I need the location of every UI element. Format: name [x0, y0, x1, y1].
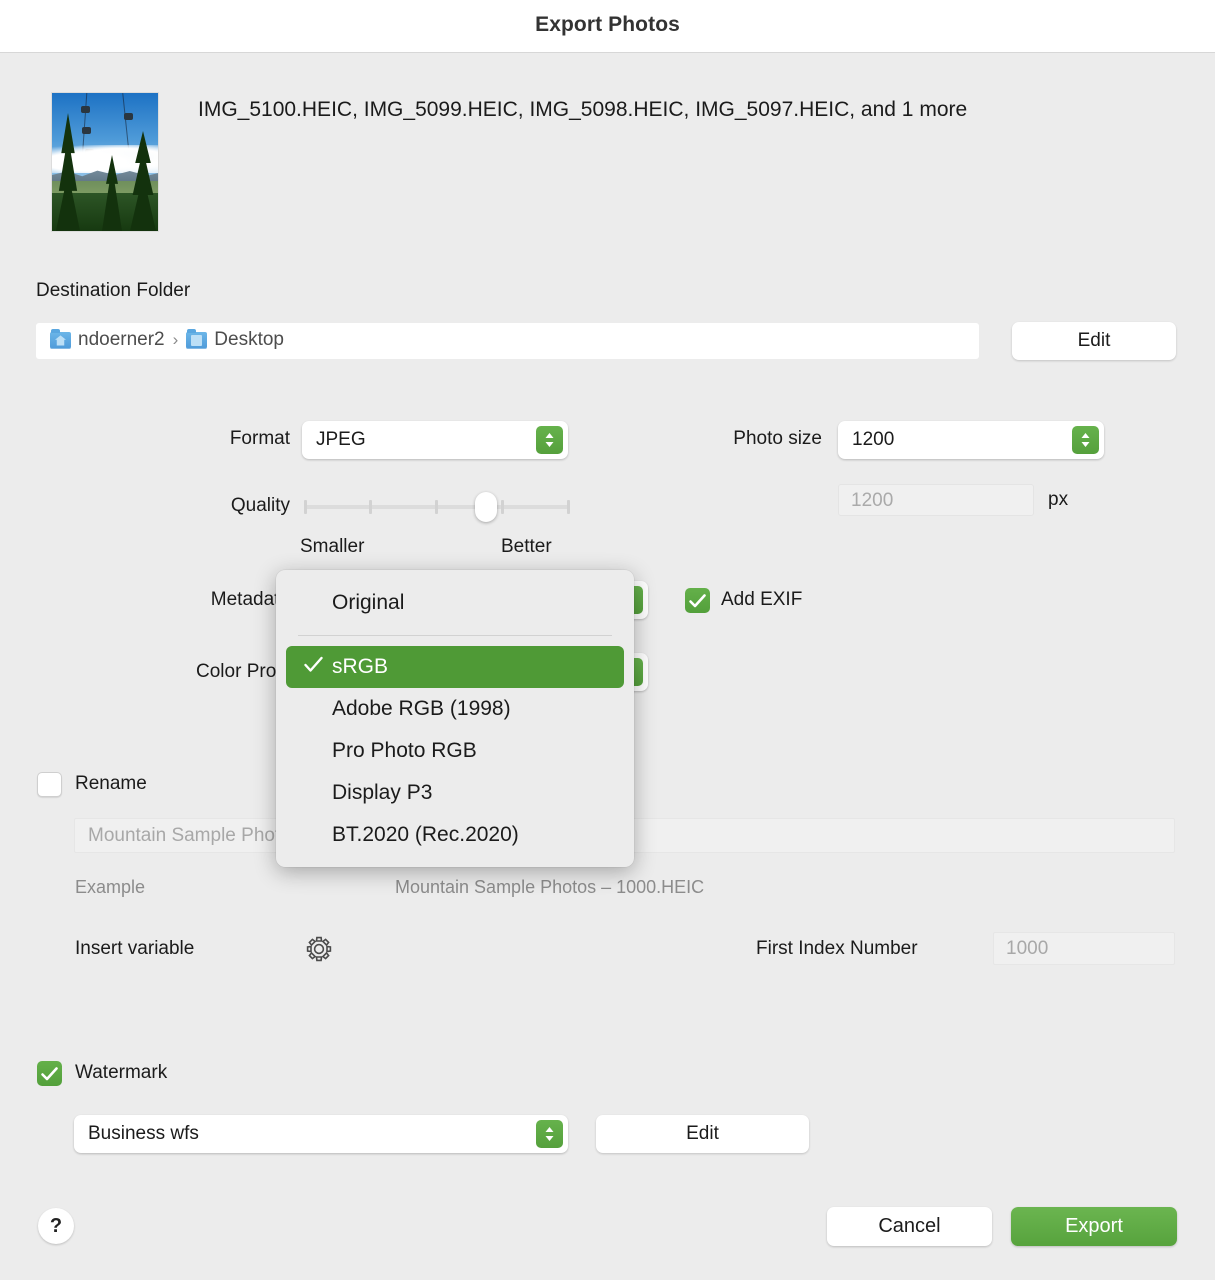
slider-tick: [567, 500, 570, 514]
menu-item-pro-photo-rgb[interactable]: Pro Photo RGB: [286, 730, 624, 772]
home-folder-icon: [50, 332, 71, 349]
chevron-right-icon: ›: [173, 330, 179, 350]
menu-item-label: Original: [286, 591, 404, 615]
first-index-placeholder: 1000: [1006, 938, 1048, 960]
watermark-label: Watermark: [75, 1062, 167, 1084]
watermark-preset-value: Business wfs: [88, 1123, 199, 1145]
export-button[interactable]: Export: [1011, 1207, 1177, 1246]
slider-tick: [435, 500, 438, 514]
breadcrumb-item-label: Desktop: [214, 329, 284, 351]
menu-item-label: Display P3: [286, 781, 432, 805]
gondola-car: [124, 113, 133, 120]
menu-item-label: BT.2020 (Rec.2020): [286, 823, 519, 847]
metadata-label: Metadata: [100, 589, 290, 611]
quality-slider[interactable]: [304, 497, 570, 517]
px-unit-label: px: [1048, 489, 1068, 511]
photo-size-label: Photo size: [600, 428, 822, 450]
menu-item-bt-2020-rec-2020[interactable]: BT.2020 (Rec.2020): [286, 814, 624, 856]
export-photos-dialog: Export Photos IMG_5100.HEIC, IMG_5099.HE…: [0, 0, 1215, 1280]
chevron-updown-icon[interactable]: [1072, 426, 1099, 454]
destination-folder-label: Destination Folder: [36, 280, 190, 302]
destination-folder-field[interactable]: ndoerner2 › Desktop: [36, 323, 979, 359]
selected-filenames: IMG_5100.HEIC, IMG_5099.HEIC, IMG_5098.H…: [198, 98, 967, 122]
format-label: Format: [100, 428, 290, 450]
photo-size-value: 1200: [852, 429, 894, 451]
menu-item-srgb[interactable]: sRGB: [286, 646, 624, 688]
destination-edit-button[interactable]: Edit: [1012, 322, 1176, 360]
format-select[interactable]: JPEG: [302, 421, 568, 459]
watermark-preset-select[interactable]: Business wfs: [74, 1115, 568, 1153]
menu-item-label: sRGB: [286, 655, 388, 679]
menu-item-original[interactable]: Original: [286, 582, 624, 624]
add-exif-checkbox[interactable]: [685, 588, 710, 613]
gondola-car: [82, 127, 91, 134]
insert-variable-label: Insert variable: [75, 938, 194, 960]
quality-label: Quality: [100, 495, 290, 517]
watermark-checkbox[interactable]: [37, 1061, 62, 1086]
slider-thumb[interactable]: [475, 492, 497, 522]
dialog-title: Export Photos: [0, 13, 1215, 37]
color-profile-label: Color Profil: [60, 661, 290, 683]
first-index-number-input[interactable]: 1000: [993, 932, 1175, 965]
desktop-folder-icon: [186, 332, 207, 349]
checkmark-icon: [304, 656, 323, 678]
menu-item-adobe-rgb-1998[interactable]: Adobe RGB (1998): [286, 688, 624, 730]
rename-checkbox[interactable]: [37, 772, 62, 797]
breadcrumb: ndoerner2 › Desktop: [50, 329, 284, 351]
menu-divider: [298, 635, 612, 636]
color-profile-dropdown-menu[interactable]: Original sRGB Adobe RGB (1998) Pro Photo RG…: [276, 570, 634, 867]
format-value: JPEG: [316, 429, 366, 451]
photo-size-select[interactable]: 1200: [838, 421, 1104, 459]
add-exif-label: Add EXIF: [721, 589, 802, 611]
menu-item-label: Pro Photo RGB: [286, 739, 477, 763]
custom-size-input[interactable]: 1200: [838, 484, 1034, 516]
gear-icon[interactable]: [303, 933, 335, 965]
menu-item-label: Adobe RGB (1998): [286, 697, 511, 721]
quality-min-label: Smaller: [300, 536, 364, 558]
quality-max-label: Better: [501, 536, 552, 558]
slider-tick: [304, 500, 307, 514]
rename-name-placeholder: Mountain Sample Photos: [88, 825, 300, 847]
chevron-updown-icon[interactable]: [536, 426, 563, 454]
cancel-button[interactable]: Cancel: [827, 1207, 992, 1246]
watermark-edit-button[interactable]: Edit: [596, 1115, 809, 1153]
breadcrumb-item-label: ndoerner2: [78, 329, 165, 351]
first-index-number-label: First Index Number: [756, 938, 918, 960]
example-value: Mountain Sample Photos – 1000.HEIC: [395, 877, 704, 898]
slider-tick: [501, 500, 504, 514]
chevron-updown-icon[interactable]: [536, 1120, 563, 1148]
example-label: Example: [75, 877, 145, 898]
slider-tick: [369, 500, 372, 514]
custom-size-placeholder: 1200: [851, 490, 893, 512]
rename-label: Rename: [75, 773, 147, 795]
dialog-titlebar: Export Photos: [0, 0, 1215, 53]
menu-item-display-p3[interactable]: Display P3: [286, 772, 624, 814]
help-button[interactable]: ?: [38, 1208, 74, 1244]
photo-thumbnail: [51, 92, 159, 232]
gondola-car: [81, 106, 90, 113]
